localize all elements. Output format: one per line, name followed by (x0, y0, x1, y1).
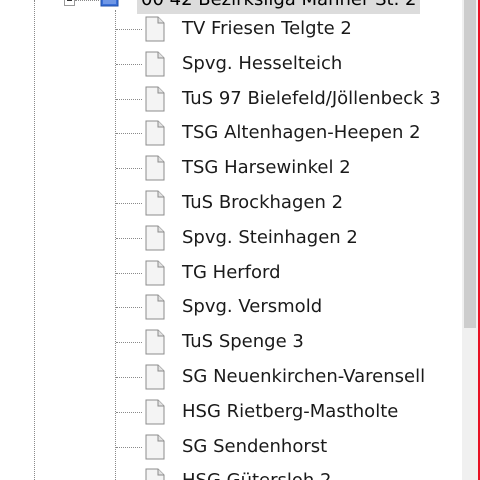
tree-item[interactable]: TuS 97 Bielefeld/Jöllenbeck 3 (0, 83, 462, 115)
tree-item-label: Spvg. Steinhagen 2 (182, 226, 358, 248)
tree-item-label: TSG Altenhagen-Heepen 2 (182, 122, 421, 144)
document-icon (145, 468, 165, 480)
tree-item-label: SG Sendenhorst (182, 435, 328, 457)
tree-item-label: TV Friesen Telgte 2 (182, 18, 352, 39)
tree-item[interactable]: TSG Altenhagen-Heepen 2 (0, 117, 462, 149)
tree-node-label: 00 42 Bezirksliga Männer St. 2 (137, 0, 421, 14)
document-icon (145, 399, 165, 425)
document-icon (145, 190, 165, 216)
tree-item[interactable]: TuS Brockhagen 2 (0, 187, 462, 219)
document-icon (145, 434, 165, 460)
tree-item[interactable]: Spvg. Versmold (0, 291, 462, 323)
document-icon (145, 364, 165, 390)
document-icon (145, 120, 165, 146)
tree-connector (116, 98, 142, 100)
document-icon (145, 329, 165, 355)
tree-item[interactable]: HSG Rietberg-Mastholte (0, 396, 462, 428)
tree-connector (116, 377, 142, 378)
tree-connector (116, 272, 142, 274)
tree-connector (116, 133, 142, 135)
document-icon (145, 16, 165, 42)
collapse-icon[interactable] (64, 0, 75, 6)
tree-connector (116, 411, 142, 413)
tree-item[interactable]: TG Herford (0, 257, 462, 289)
tree-item[interactable]: Spvg. Hesselteich (0, 48, 462, 80)
tree-item-label: HSG Gütersloh 2 (182, 465, 332, 480)
tree-item[interactable]: HSG Gütersloh 2 (0, 465, 462, 480)
tree-item-label: TSG Harsewinkel 2 (182, 157, 351, 179)
tree-connector (116, 29, 142, 30)
tree-item-label: TuS Spenge 3 (182, 331, 304, 353)
tree-connector (75, 0, 99, 1)
tree-item[interactable]: TuS Spenge 3 (0, 326, 462, 358)
scrollbar-thumb[interactable] (464, 0, 476, 328)
document-icon (145, 260, 165, 286)
document-icon (145, 225, 165, 251)
tree-item[interactable]: SG Neuenkirchen-Varensell (0, 361, 462, 393)
tree-item-label: TG Herford (182, 261, 281, 283)
tree-node-league[interactable]: 00 42 Bezirksliga Männer St. 2 (0, 0, 462, 14)
window-frame: 00 42 Bezirksliga Männer St. 2 TV Friese… (0, 0, 480, 480)
folder-icon (100, 0, 119, 7)
tree-item-label: TuS Brockhagen 2 (182, 192, 344, 213)
tree-connector (116, 168, 142, 170)
tree-item-label: Spvg. Versmold (182, 296, 323, 318)
tree-item-label: SG Neuenkirchen-Varensell (182, 366, 426, 387)
tree-item[interactable]: TSG Harsewinkel 2 (0, 152, 462, 184)
tree-connector (116, 63, 142, 65)
tree-item[interactable]: TV Friesen Telgte 2 (0, 13, 462, 45)
tree-connector (116, 446, 142, 448)
document-icon (145, 51, 165, 77)
tree-view[interactable]: 00 42 Bezirksliga Männer St. 2 TV Friese… (0, 0, 462, 480)
tree-connector (116, 342, 142, 344)
document-icon (145, 155, 165, 181)
tree-connector (116, 307, 142, 309)
tree-item-label: HSG Rietberg-Mastholte (182, 400, 399, 422)
tree-connector (116, 237, 142, 239)
tree-item-label: Spvg. Hesselteich (182, 52, 343, 74)
tree-item[interactable]: Spvg. Steinhagen 2 (0, 222, 462, 254)
tree-item[interactable]: SG Sendenhorst (0, 431, 462, 463)
document-icon (145, 294, 165, 320)
document-icon (145, 86, 165, 112)
vertical-scrollbar[interactable] (462, 0, 478, 480)
tree-item-label: TuS 97 Bielefeld/Jöllenbeck 3 (182, 87, 441, 109)
tree-connector (116, 203, 142, 204)
